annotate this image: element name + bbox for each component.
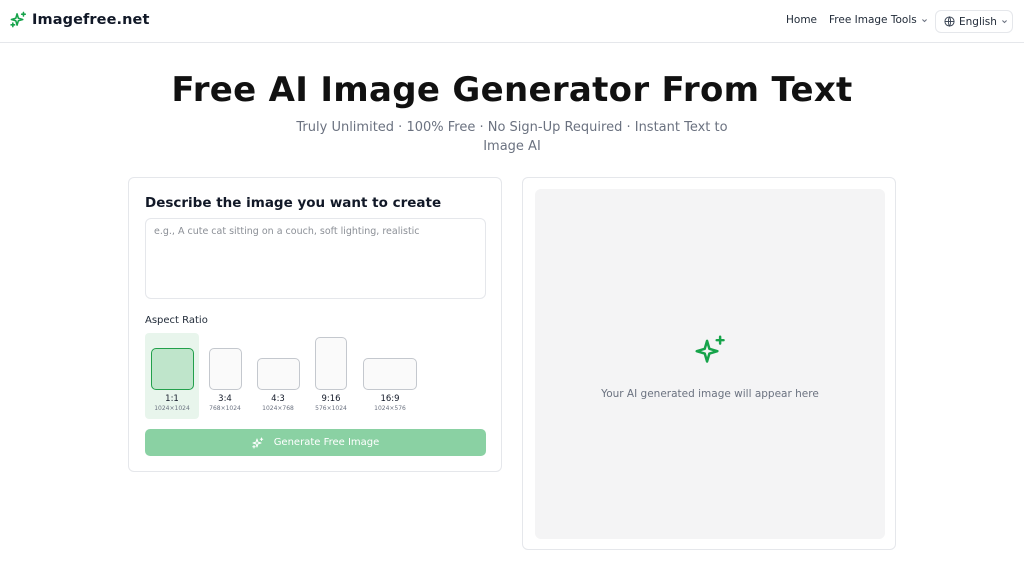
aspect-option-name: 3:4 — [218, 394, 232, 404]
generator-panel: Describe the image you want to create As… — [128, 177, 502, 472]
aspect-option-9-16[interactable]: 9:16 576×1024 — [310, 333, 352, 419]
sparkles-icon — [10, 11, 27, 28]
aspect-option-name: 9:16 — [321, 394, 341, 404]
aspect-option-size: 1024×768 — [262, 405, 294, 412]
brand-name[interactable]: Imagefree.net — [32, 12, 150, 28]
globe-icon — [944, 16, 955, 27]
page-subtitle: Truly Unlimited · 100% Free · No Sign-Up… — [296, 120, 728, 154]
sparkles-icon — [695, 335, 725, 363]
aspect-option-name: 4:3 — [271, 394, 285, 404]
aspect-option-16-9[interactable]: 16:9 1024×576 — [360, 333, 420, 419]
chevron-down-icon — [921, 18, 927, 22]
aspect-option-3-4[interactable]: 3:4 768×1024 — [205, 333, 245, 419]
image-preview-area: Your AI generated image will appear here — [535, 189, 885, 539]
aspect-option-name: 1:1 — [165, 394, 179, 404]
aspect-option-size: 1024×576 — [374, 405, 406, 412]
preview-placeholder-text: Your AI generated image will appear here — [601, 388, 819, 400]
chevron-down-icon — [1001, 20, 1007, 24]
aspect-shape-wide — [363, 358, 417, 390]
aspect-option-size: 1024×1024 — [154, 405, 190, 412]
aspect-ratio-label: Aspect Ratio — [145, 315, 208, 326]
preview-panel: Your AI generated image will appear here — [522, 177, 896, 550]
generate-image-button[interactable]: Generate Free Image — [145, 429, 486, 456]
aspect-option-1-1[interactable]: 1:1 1024×1024 — [145, 333, 199, 419]
language-selector[interactable]: English — [935, 10, 1013, 33]
prompt-input[interactable] — [145, 218, 486, 299]
prompt-heading: Describe the image you want to create — [145, 195, 442, 211]
language-label: English — [959, 15, 997, 28]
page-title: Free AI Image Generator From Text — [171, 70, 853, 110]
aspect-shape-square — [150, 348, 194, 390]
aspect-shape-portrait — [208, 348, 242, 390]
aspect-shape-landscape — [256, 358, 300, 390]
sparkles-icon — [251, 437, 263, 448]
nav-free-image-tools[interactable]: Free Image Tools — [829, 14, 928, 26]
top-navbar: Imagefree.net Home Free Image Tools Engl… — [0, 0, 1024, 43]
aspect-option-4-3[interactable]: 4:3 1024×768 — [253, 333, 303, 419]
nav-home-link[interactable]: Home — [786, 14, 817, 26]
brand-logo[interactable]: Imagefree.net — [10, 11, 150, 28]
aspect-option-size: 576×1024 — [315, 405, 347, 412]
aspect-shape-tall — [315, 337, 347, 390]
aspect-option-size: 768×1024 — [209, 405, 241, 412]
generate-image-label: Generate Free Image — [273, 437, 380, 448]
aspect-option-name: 16:9 — [380, 394, 400, 404]
nav-free-image-tools-label: Free Image Tools — [829, 14, 917, 26]
